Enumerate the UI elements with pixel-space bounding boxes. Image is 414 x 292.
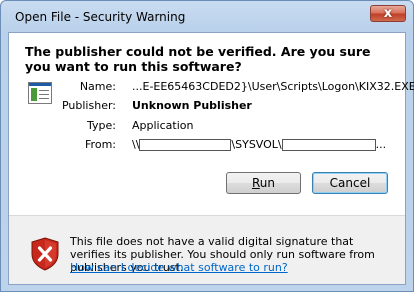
- run-label: un: [259, 176, 276, 190]
- from-suffix: ...: [375, 138, 387, 151]
- name-value: ...E-EE65463CDED2}\User\Scripts\Logon\KI…: [132, 80, 414, 93]
- dialog-client-area: The publisher could not be verified. Are…: [8, 32, 414, 285]
- name-label: Name:: [79, 80, 116, 93]
- redacted-path: [281, 139, 376, 151]
- from-label: From:: [85, 138, 116, 151]
- security-shield-error-icon: [31, 237, 59, 271]
- title-bar[interactable]: Open File - Security Warning x: [1, 1, 413, 31]
- panel-divider: [9, 215, 405, 216]
- from-prefix: \\: [132, 138, 140, 151]
- close-icon: x: [383, 6, 393, 21]
- from-value: \\ \SYSVOL\...: [132, 138, 386, 151]
- run-button[interactable]: Run: [226, 172, 301, 194]
- help-link[interactable]: How can I decide what software to run?: [70, 261, 288, 274]
- from-middle: \SYSVOL\: [231, 138, 282, 151]
- publisher-label: Publisher:: [61, 99, 116, 112]
- redacted-server-name: [139, 139, 232, 151]
- close-button[interactable]: x: [370, 5, 406, 22]
- security-warning-dialog: Open File - Security Warning x The publi…: [0, 0, 414, 292]
- warning-heading: The publisher could not be verified. Are…: [25, 44, 371, 74]
- cancel-button[interactable]: Cancel: [312, 172, 388, 194]
- publisher-value: Unknown Publisher: [132, 99, 252, 112]
- run-mnemonic: R: [251, 176, 260, 190]
- details-panel: The publisher could not be verified. Are…: [9, 33, 414, 215]
- window-title: Open File - Security Warning: [15, 10, 186, 24]
- type-value: Application: [132, 119, 194, 132]
- type-label: Type:: [87, 119, 116, 132]
